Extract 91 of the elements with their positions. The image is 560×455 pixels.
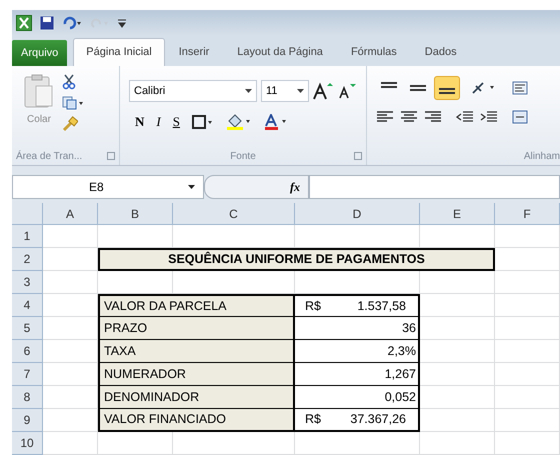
merge-cells-icon[interactable] bbox=[512, 110, 528, 124]
label-cell: VALOR DA PARCELA bbox=[98, 294, 295, 317]
spreadsheet-cell[interactable] bbox=[495, 271, 560, 294]
decrease-indent-icon[interactable] bbox=[456, 110, 474, 124]
dropdown-arrow-icon[interactable] bbox=[245, 89, 252, 93]
insert-function-button[interactable]: fx bbox=[204, 175, 309, 199]
column-header[interactable]: B bbox=[98, 203, 173, 225]
font-size-field[interactable]: 11 bbox=[261, 80, 309, 102]
group-label: Alinham bbox=[524, 150, 560, 164]
format-painter-icon[interactable] bbox=[62, 116, 78, 132]
label-cell: NUMERADOR bbox=[98, 363, 295, 386]
align-lines-icon bbox=[381, 82, 397, 88]
ribbon-tab[interactable]: Dados bbox=[410, 38, 471, 66]
spreadsheet-cell[interactable] bbox=[495, 317, 560, 340]
decrease-font-size-icon[interactable] bbox=[339, 83, 357, 99]
cell-value: 1.537,58 bbox=[357, 298, 406, 315]
increase-font-size-icon[interactable] bbox=[313, 82, 335, 100]
copy-icon[interactable] bbox=[62, 96, 84, 110]
row-header[interactable]: 8 bbox=[12, 386, 43, 409]
increase-indent-icon[interactable] bbox=[480, 110, 498, 124]
row-header[interactable]: 2 bbox=[12, 248, 43, 271]
dialog-launcher-icon[interactable] bbox=[107, 152, 115, 160]
currency-symbol: R$ bbox=[305, 411, 321, 428]
label-cell: PRAZO bbox=[98, 317, 295, 340]
ribbon-tab[interactable]: Layout da Página bbox=[223, 38, 337, 66]
spreadsheet-cell[interactable] bbox=[43, 271, 98, 294]
dialog-launcher-icon[interactable] bbox=[354, 152, 362, 160]
save-icon[interactable] bbox=[40, 16, 54, 30]
column-header[interactable]: A bbox=[43, 203, 98, 225]
row-header[interactable]: 3 bbox=[12, 271, 43, 294]
name-box[interactable]: E8 bbox=[12, 175, 204, 199]
cell-value: 2,3% bbox=[388, 342, 416, 360]
bottom-align-button[interactable] bbox=[434, 76, 460, 100]
borders-icon[interactable] bbox=[192, 114, 214, 129]
clipboard-icon[interactable] bbox=[24, 74, 54, 108]
row-header[interactable]: 1 bbox=[12, 225, 43, 248]
label-cell: VALOR FINANCIADO bbox=[98, 409, 295, 432]
underline-button[interactable]: S bbox=[172, 112, 180, 132]
column-header[interactable]: C bbox=[173, 203, 295, 225]
cell-value: 36 bbox=[402, 320, 416, 337]
scissors-icon[interactable] bbox=[62, 74, 76, 90]
cell-value: 0,052 bbox=[384, 388, 416, 406]
ribbon-tab[interactable]: Página Inicial bbox=[73, 38, 165, 66]
spreadsheet-cell[interactable] bbox=[495, 340, 560, 363]
text-orientation-icon[interactable] bbox=[471, 80, 497, 96]
spreadsheet-cell[interactable] bbox=[495, 386, 560, 409]
spreadsheet-cell[interactable] bbox=[43, 432, 98, 455]
column-header[interactable]: E bbox=[420, 203, 495, 225]
column-header[interactable]: D bbox=[295, 203, 420, 225]
row-header[interactable]: 7 bbox=[12, 363, 43, 386]
dropdown-arrow-icon[interactable] bbox=[297, 89, 304, 93]
group-label: Área de Tran... bbox=[16, 149, 82, 164]
spreadsheet-cell[interactable] bbox=[495, 363, 560, 386]
select-all-corner[interactable] bbox=[12, 203, 43, 225]
ribbon-tab[interactable]: Fórmulas bbox=[336, 38, 411, 66]
cell-value: 37.367,26 bbox=[350, 411, 406, 428]
spreadsheet-cell[interactable] bbox=[495, 432, 560, 455]
row-header[interactable]: 4 bbox=[12, 294, 43, 317]
file-tab[interactable]: Arquivo bbox=[12, 40, 68, 66]
bold-button[interactable]: N bbox=[135, 112, 144, 132]
align-lines-icon bbox=[410, 85, 426, 91]
row-header[interactable]: 6 bbox=[12, 340, 43, 363]
formula-input-field[interactable] bbox=[309, 175, 560, 199]
spreadsheet-cell[interactable] bbox=[495, 409, 560, 432]
currency-symbol: R$ bbox=[305, 298, 321, 315]
column-header[interactable]: F bbox=[495, 203, 560, 225]
row-header[interactable]: 5 bbox=[12, 317, 43, 340]
align-left-icon[interactable] bbox=[376, 110, 394, 124]
dropdown-arrow-icon[interactable] bbox=[188, 185, 195, 189]
cell-value: 1,267 bbox=[384, 366, 416, 383]
undo-icon[interactable] bbox=[62, 16, 82, 30]
row-header[interactable]: 9 bbox=[12, 409, 43, 432]
customize-toolbar-icon[interactable] bbox=[118, 17, 126, 29]
align-lines-icon bbox=[439, 88, 455, 94]
spreadsheet-cell[interactable] bbox=[43, 225, 98, 248]
font-name-field[interactable]: Calibri bbox=[129, 80, 257, 102]
spreadsheet-cell[interactable] bbox=[420, 432, 495, 455]
label-cell: TAXA bbox=[98, 340, 295, 363]
wrap-text-icon[interactable] bbox=[512, 80, 528, 96]
group-label: Fonte bbox=[230, 150, 256, 164]
fill-color-icon[interactable] bbox=[226, 114, 252, 130]
spreadsheet-cell[interactable] bbox=[495, 294, 560, 317]
label-cell: DENOMINADOR bbox=[98, 386, 295, 409]
spreadsheet-cell[interactable] bbox=[495, 225, 560, 248]
align-right-icon[interactable] bbox=[424, 110, 442, 124]
ribbon-tab[interactable]: Inserir bbox=[164, 38, 224, 66]
italic-button[interactable]: I bbox=[156, 112, 161, 132]
row-header[interactable]: 10 bbox=[12, 432, 43, 455]
title-cell: SEQUÊNCIA UNIFORME DE PAGAMENTOS bbox=[98, 248, 495, 271]
align-center-icon[interactable] bbox=[400, 110, 418, 124]
spreadsheet-app-icon bbox=[16, 15, 32, 31]
